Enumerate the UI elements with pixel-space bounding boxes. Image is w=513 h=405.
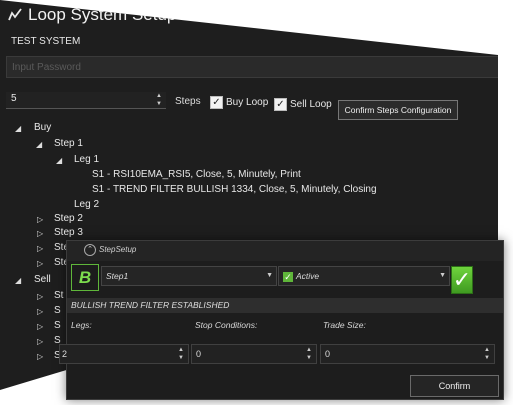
expanded-triangle-icon[interactable]: ◢	[36, 140, 42, 149]
dialog-header: ⌃ StepSetup	[67, 241, 503, 261]
tree-item-sell-step[interactable]: S	[54, 320, 61, 331]
spin-arrows-icon[interactable]: ▲ ▼	[177, 346, 185, 362]
checkmark-icon: ✓	[274, 98, 287, 111]
tree-item-buy[interactable]: Buy	[34, 122, 51, 133]
confirm-button[interactable]: Confirm	[410, 375, 499, 397]
sell-loop-checkbox[interactable]: ✓ Sell Loop	[274, 98, 332, 111]
tree-item-leg-2[interactable]: Leg 2	[74, 199, 99, 210]
steps-stepper[interactable]: 5 ▲ ▼	[6, 92, 166, 109]
password-field-box	[6, 56, 498, 78]
spin-arrows-icon[interactable]: ▲ ▼	[483, 346, 491, 362]
status-bar: BULLISH TREND FILTER ESTABLISHED	[67, 298, 503, 313]
spin-arrows-icon[interactable]: ▲ ▼	[305, 346, 313, 362]
legs-value: 2	[62, 349, 68, 359]
collapsed-triangle-icon[interactable]: ▷	[37, 244, 43, 253]
tree-item-sell-step[interactable]: St	[54, 290, 63, 301]
legs-stepper[interactable]: 2 ▲ ▼	[59, 344, 189, 364]
title-bar: Loop System Setup	[0, 0, 498, 32]
steps-label: Steps	[175, 96, 201, 107]
collapsed-triangle-icon[interactable]: ▷	[37, 292, 43, 301]
buy-loop-checkbox[interactable]: ✓ Buy Loop	[210, 96, 268, 109]
expanded-triangle-icon[interactable]: ◢	[15, 124, 21, 133]
sell-loop-label: Sell Loop	[290, 99, 332, 110]
checkmark-icon: ✓	[283, 271, 293, 282]
stop-conditions-stepper[interactable]: 0 ▲ ▼	[191, 344, 317, 364]
legs-label: Legs:	[71, 320, 92, 330]
expanded-triangle-icon[interactable]: ◢	[56, 156, 62, 165]
status-text: BULLISH TREND FILTER ESTABLISHED	[71, 300, 230, 310]
buy-loop-label: Buy Loop	[226, 97, 269, 108]
steps-spin-buttons[interactable]: ▲ ▼	[154, 92, 164, 108]
app-logo-icon	[8, 8, 22, 21]
tree-item-leg-1[interactable]: Leg 1	[74, 154, 99, 165]
collapsed-triangle-icon[interactable]: ▷	[37, 215, 43, 224]
collapsed-triangle-icon[interactable]: ▷	[37, 307, 43, 316]
stop-conditions-label: Stop Conditions:	[195, 320, 258, 330]
trade-size-label: Trade Size:	[323, 320, 366, 330]
trade-size-stepper[interactable]: 0 ▲ ▼	[320, 344, 495, 364]
collapse-icon[interactable]: ⌃	[84, 244, 96, 256]
collapsed-triangle-icon[interactable]: ▷	[37, 337, 43, 346]
steps-value: 5	[11, 93, 17, 104]
active-check-icon: ✓	[451, 266, 473, 294]
collapsed-triangle-icon[interactable]: ▷	[37, 229, 43, 238]
password-input[interactable]	[7, 58, 497, 77]
dialog-title: StepSetup	[99, 245, 137, 254]
tree-item-rule[interactable]: S1 - RSI10EMA_RSI5, Close, 5, Minutely, …	[92, 169, 301, 180]
chevron-down-icon: ▼	[266, 272, 273, 279]
window-title: Loop System Setup	[28, 5, 177, 24]
step-select[interactable]: Step1 ▼	[101, 266, 277, 286]
step-select-value: Step1	[106, 271, 129, 281]
tree-item-rule[interactable]: S1 - TREND FILTER BULLISH 1334, Close, 5…	[92, 184, 377, 195]
trade-size-value: 0	[325, 349, 331, 359]
collapsed-triangle-icon[interactable]: ▷	[37, 322, 43, 331]
buy-badge: B	[71, 264, 99, 291]
expanded-triangle-icon[interactable]: ◢	[15, 276, 21, 285]
stop-conditions-value: 0	[196, 349, 202, 359]
collapsed-triangle-icon[interactable]: ▷	[37, 259, 43, 268]
system-name-label: TEST SYSTEM	[11, 36, 81, 47]
tree-item-step-2[interactable]: Step 2	[54, 213, 83, 224]
tree-item-step-3[interactable]: Step 3	[54, 227, 83, 238]
active-select[interactable]: ✓ Active ▼	[278, 266, 450, 286]
step-setup-dialog: ⌃ StepSetup B Step1 ▼ ✓ Active ▼ ✓ BULLIS…	[59, 240, 504, 400]
checkmark-icon: ✓	[210, 96, 223, 109]
chevron-down-icon: ▼	[439, 272, 446, 279]
confirm-steps-button[interactable]: Confirm Steps Configuration	[338, 100, 458, 120]
tree-item-sell[interactable]: Sell	[34, 274, 51, 285]
tree-item-sell-step[interactable]: S	[54, 305, 61, 316]
tree-item-step-1[interactable]: Step 1	[54, 138, 83, 149]
collapsed-triangle-icon[interactable]: ▷	[37, 352, 43, 361]
active-select-value: Active	[296, 271, 320, 281]
